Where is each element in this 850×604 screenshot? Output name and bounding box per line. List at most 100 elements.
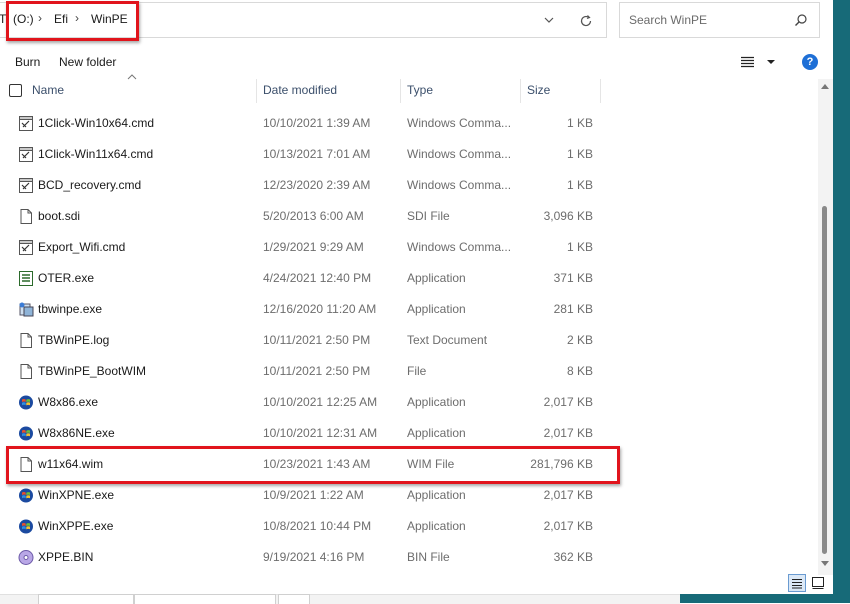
file-type: Windows Comma... — [407, 240, 512, 254]
file-row[interactable]: WinXPNE.exe 10/9/2021 1:22 AM Application 2… — [0, 480, 818, 511]
column-header-name[interactable]: Name — [32, 83, 64, 97]
file-name: WinXPNE.exe — [38, 488, 115, 502]
file-row[interactable]: boot.sdi 5/20/2013 6:00 AM SDI File 3,096 K… — [0, 201, 818, 232]
column-header-row: Name Date modified Type Size — [0, 79, 818, 103]
file-date-modified: 4/24/2021 12:40 PM — [263, 271, 372, 285]
file-name: tbwinpe.exe — [38, 302, 103, 316]
file-type: Text Document — [407, 333, 488, 347]
blank-file-icon — [18, 363, 34, 380]
scrollbar-thumb[interactable] — [822, 206, 827, 554]
cmd-script-icon — [18, 115, 34, 132]
file-type: Application — [407, 302, 466, 316]
desktop-background — [833, 0, 850, 603]
burn-button[interactable]: Burn — [15, 55, 40, 69]
file-explorer-window: TI (O:) › Efi › WinPE Search WinPE Burn … — [0, 0, 833, 603]
help-button[interactable]: ? — [802, 54, 818, 70]
new-folder-button[interactable]: New folder — [59, 55, 116, 69]
windows-orb-icon — [18, 425, 34, 442]
file-type: Application — [407, 519, 466, 533]
file-date-modified: 5/20/2013 6:00 AM — [263, 209, 364, 223]
column-divider[interactable] — [600, 79, 601, 103]
column-header-date[interactable]: Date modified — [263, 83, 337, 97]
file-row[interactable]: OTER.exe 4/24/2021 12:40 PM Application 371… — [0, 263, 818, 294]
disc-icon — [18, 549, 34, 566]
file-size: 362 KB — [553, 550, 593, 564]
file-size: 2 KB — [566, 333, 593, 347]
cmd-script-icon — [18, 177, 34, 194]
refresh-icon[interactable] — [578, 13, 594, 29]
file-date-modified: 1/29/2021 9:29 AM — [263, 240, 364, 254]
file-row[interactable]: Export_Wifi.cmd 1/29/2021 9:29 AM Windows … — [0, 232, 818, 263]
file-row[interactable]: XPPE.BIN 9/19/2021 4:16 PM BIN File 362 KB — [0, 542, 818, 573]
file-size: 1 KB — [566, 116, 593, 130]
text-file-icon — [18, 332, 34, 349]
file-name: OTER.exe — [38, 271, 95, 285]
file-type: Application — [407, 426, 466, 440]
desktop-background — [680, 594, 833, 603]
file-type: BIN File — [407, 550, 450, 564]
file-date-modified: 10/11/2021 2:50 PM — [263, 333, 371, 347]
vertical-scrollbar[interactable] — [818, 79, 833, 575]
search-box[interactable]: Search WinPE — [619, 2, 820, 38]
column-divider[interactable] — [520, 79, 521, 103]
file-row[interactable]: WinXPPE.exe 10/8/2021 10:44 PM Application… — [0, 511, 818, 542]
file-size: 2,017 KB — [543, 426, 593, 440]
file-name: Export_Wifi.cmd — [38, 240, 126, 254]
file-row[interactable]: BCD_recovery.cmd 12/23/2020 2:39 AM Window… — [0, 170, 818, 201]
file-type: File — [407, 364, 427, 378]
column-header-size[interactable]: Size — [527, 83, 550, 97]
file-date-modified: 12/16/2020 11:20 AM — [263, 302, 377, 316]
column-header-type[interactable]: Type — [407, 83, 433, 97]
chevron-down-icon[interactable] — [542, 13, 556, 27]
file-row[interactable]: W8x86NE.exe 10/10/2021 12:31 AM Applicatio… — [0, 418, 818, 449]
file-row[interactable]: 1Click-Win10x64.cmd 10/10/2021 1:39 AM Win… — [0, 108, 818, 139]
file-size: 1 KB — [566, 147, 593, 161]
file-size: 1 KB — [566, 178, 593, 192]
file-type: Windows Comma... — [407, 147, 512, 161]
file-type: Windows Comma... — [407, 178, 512, 192]
file-date-modified: 12/23/2020 2:39 AM — [263, 178, 371, 192]
file-date-modified: 10/10/2021 12:25 AM — [263, 395, 378, 409]
file-name: 1Click-Win10x64.cmd — [38, 116, 155, 130]
file-name: TBWinPE.log — [38, 333, 110, 347]
file-name: XPPE.BIN — [38, 550, 94, 564]
file-size: 2,017 KB — [543, 519, 593, 533]
column-divider[interactable] — [256, 79, 257, 103]
windows-orb-icon — [18, 487, 34, 504]
file-date-modified: 9/19/2021 4:16 PM — [263, 550, 365, 564]
file-row[interactable]: tbwinpe.exe 12/16/2020 11:20 AM Applicatio… — [0, 294, 818, 325]
scroll-down-icon[interactable] — [821, 561, 829, 567]
column-divider[interactable] — [400, 79, 401, 103]
blank-file-icon — [18, 208, 34, 225]
file-date-modified: 10/13/2021 7:01 AM — [263, 147, 371, 161]
app-list-icon — [18, 270, 34, 287]
search-icon[interactable] — [794, 13, 808, 27]
file-row[interactable]: TBWinPE_BootWIM 10/11/2021 2:50 PM File 8 K… — [0, 356, 818, 387]
view-options-icon[interactable] — [741, 56, 754, 68]
file-size: 281 KB — [553, 302, 593, 316]
file-name: W8x86.exe — [38, 395, 99, 409]
file-row[interactable]: 1Click-Win11x64.cmd 10/13/2021 7:01 AM Win… — [0, 139, 818, 170]
caret-down-icon[interactable] — [766, 58, 776, 66]
file-size: 1 KB — [566, 240, 593, 254]
file-name: WinXPPE.exe — [38, 519, 114, 533]
file-date-modified: 10/8/2021 10:44 PM — [263, 519, 372, 533]
cmd-script-icon — [18, 239, 34, 256]
details-view-button[interactable] — [788, 574, 806, 592]
installer-icon — [18, 301, 34, 318]
file-date-modified: 10/10/2021 1:39 AM — [263, 116, 371, 130]
search-input[interactable]: Search WinPE — [629, 13, 707, 27]
file-name: 1Click-Win11x64.cmd — [38, 147, 154, 161]
file-type: Windows Comma... — [407, 116, 512, 130]
file-row[interactable]: W8x86.exe 10/10/2021 12:25 AM Application 2… — [0, 387, 818, 418]
file-size: 2,017 KB — [543, 488, 593, 502]
file-type: Application — [407, 271, 466, 285]
file-date-modified: 10/10/2021 12:31 AM — [263, 426, 378, 440]
scroll-up-icon[interactable] — [821, 83, 829, 89]
file-row[interactable]: TBWinPE.log 10/11/2021 2:50 PM Text Docume… — [0, 325, 818, 356]
file-name: boot.sdi — [38, 209, 81, 223]
file-type: SDI File — [407, 209, 450, 223]
file-name: W8x86NE.exe — [38, 426, 115, 440]
large-icons-view-button[interactable] — [810, 575, 826, 591]
file-type: Application — [407, 395, 466, 409]
